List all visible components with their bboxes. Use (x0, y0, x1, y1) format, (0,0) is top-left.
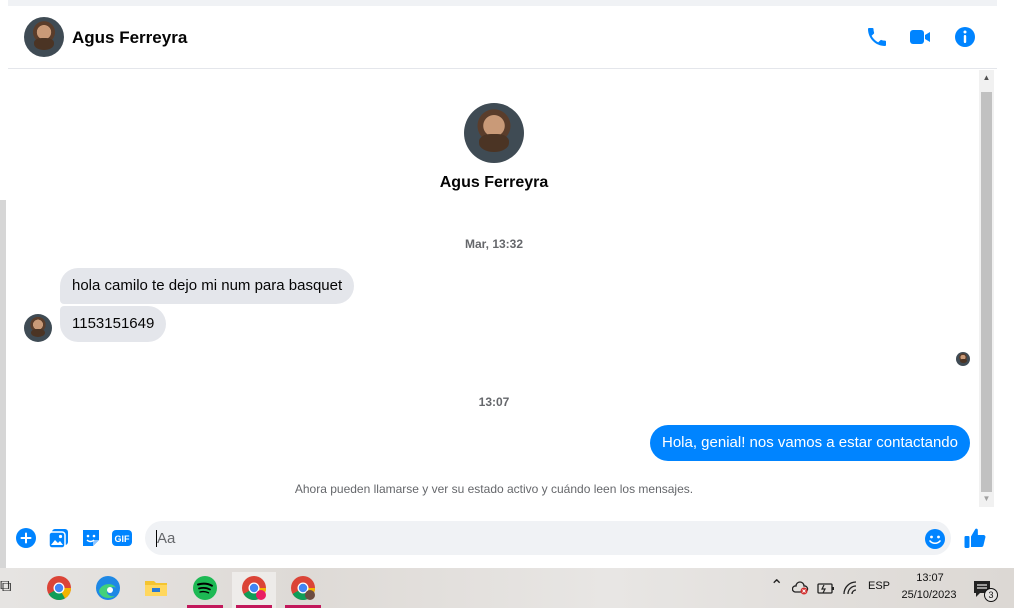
window-right-edge (997, 0, 1014, 568)
scroll-up-arrow-icon[interactable]: ▲ (979, 72, 994, 84)
battery-icon[interactable] (817, 580, 835, 596)
scroll-down-arrow-icon[interactable]: ▼ (979, 493, 994, 505)
windows-taskbar: ⧉ ⌃ ESP 13:07 25/10/2023 3 (0, 568, 1014, 608)
chrome-icon (47, 576, 71, 601)
emoji-icon[interactable] (924, 528, 946, 550)
wifi-icon[interactable] (842, 580, 860, 596)
taskbar-chrome-profile[interactable] (281, 572, 325, 608)
clock-date[interactable]: 25/10/2023 (896, 589, 962, 601)
photo-icon[interactable] (48, 527, 70, 549)
taskbar-edge[interactable] (86, 572, 130, 608)
video-icon[interactable] (908, 25, 932, 49)
edge-icon (96, 576, 120, 600)
phone-icon[interactable] (865, 25, 889, 49)
sender-avatar[interactable] (24, 314, 52, 342)
profile-avatar[interactable] (464, 103, 524, 163)
input-language[interactable]: ESP (868, 580, 890, 592)
incoming-message[interactable]: 1153151649 (60, 306, 167, 342)
contact-avatar[interactable] (24, 17, 64, 57)
gif-icon[interactable]: GIF (111, 527, 133, 549)
message-input[interactable] (145, 521, 951, 555)
taskbar-chrome-profile[interactable] (232, 572, 276, 608)
left-scroll-track[interactable] (0, 200, 6, 568)
info-icon[interactable] (953, 25, 977, 49)
taskbar-file-explorer[interactable] (134, 572, 178, 608)
add-icon[interactable] (15, 527, 37, 549)
scroll-thumb[interactable] (981, 92, 992, 492)
contact-name[interactable]: Agus Ferreyra (72, 28, 187, 48)
outgoing-message[interactable]: Hola, genial! nos vamos a estar contacta… (649, 425, 970, 461)
svg-text:GIF: GIF (115, 534, 131, 544)
spotify-icon (193, 576, 217, 600)
taskbar-chrome[interactable] (37, 572, 81, 608)
file-explorer-icon (145, 581, 167, 596)
message-timestamp: 13:07 (478, 395, 510, 409)
taskbar-spotify[interactable] (183, 572, 227, 608)
seen-indicator-avatar (956, 352, 970, 366)
system-notice: Ahora pueden llamarse y ver su estado ac… (294, 482, 694, 496)
task-view-icon[interactable]: ⧉ (0, 578, 16, 596)
sticker-icon[interactable] (80, 527, 102, 549)
chat-scrollbar[interactable]: ▲ ▼ (979, 70, 994, 507)
chrome-profile-icon (291, 576, 315, 601)
profile-name[interactable]: Agus Ferreyra (394, 174, 594, 192)
incoming-message[interactable]: hola camilo te dejo mi num para basquet (60, 268, 355, 304)
text-caret (156, 530, 157, 547)
onedrive-error-icon[interactable] (792, 580, 810, 596)
chat-header: Agus Ferreyra (8, 6, 997, 69)
like-icon[interactable] (963, 526, 987, 550)
chrome-profile-icon (242, 576, 266, 601)
notification-count-badge: 3 (984, 588, 998, 602)
message-composer: GIF (8, 514, 997, 568)
tray-chevron-up-icon[interactable]: ⌃ (770, 576, 783, 596)
clock-time[interactable]: 13:07 (900, 572, 960, 584)
message-timestamp: Mar, 13:32 (464, 237, 524, 251)
chat-window: Agus Ferreyra ▲ ▼ Agus Ferreyra Mar, 13:… (8, 6, 997, 568)
